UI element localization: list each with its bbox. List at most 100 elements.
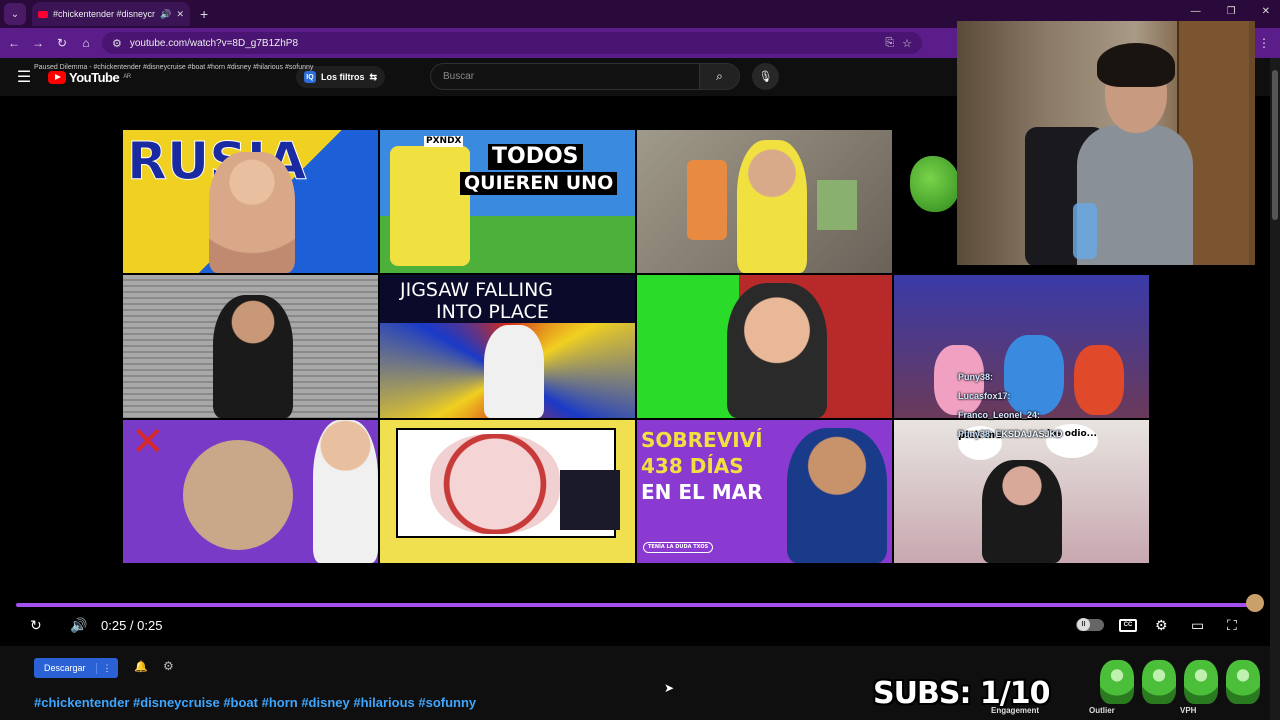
logo-text: YouTube bbox=[69, 69, 120, 85]
bookmark-star-icon[interactable]: ☆ bbox=[902, 37, 912, 50]
phone-image bbox=[687, 160, 727, 240]
portrait-figure bbox=[787, 428, 887, 563]
search-icon[interactable]: ⌕ bbox=[699, 64, 739, 89]
tab-title: #chickentender #disneycruis bbox=[53, 9, 156, 19]
bell-icon[interactable]: 🔔 bbox=[134, 660, 148, 673]
frog-emote-image bbox=[1100, 660, 1134, 704]
url-field[interactable]: ⚙ youtube.com/watch?v=8D_g7B1ZhP8 ⎘ ☆ bbox=[102, 32, 922, 54]
progress-scrubber-handle[interactable] bbox=[1246, 594, 1264, 612]
chat-line: Puny38: bbox=[958, 372, 994, 382]
search-box: ⌕ bbox=[430, 63, 740, 90]
thumbnail-drawing[interactable] bbox=[380, 420, 635, 563]
chat-line: Lucasfox17: bbox=[958, 391, 1011, 401]
mouse-cursor-icon: ➤ bbox=[664, 681, 675, 695]
home-icon[interactable]: ⌂ bbox=[74, 36, 98, 50]
subtitles-icon[interactable]: CC bbox=[1119, 614, 1137, 636]
browser-tab[interactable]: #chickentender #disneycruis 🔊 ✕ bbox=[32, 2, 190, 26]
reload-icon[interactable]: ↻ bbox=[50, 36, 74, 50]
minimize-icon[interactable]: — bbox=[1191, 6, 1201, 17]
time-display: 0:25 / 0:25 bbox=[101, 614, 162, 636]
thumbnail-jigsaw[interactable]: JIGSAW FALLING INTO PLACE bbox=[380, 275, 635, 418]
thumbnail-text-2: QUIEREN UNO bbox=[460, 172, 618, 195]
stat-vph: VPH bbox=[1180, 706, 1197, 715]
video-hashtags[interactable]: #chickentender #disneycruise #boat #horn… bbox=[34, 695, 476, 710]
filter-extension-icon: IQ bbox=[304, 71, 316, 83]
thumbnail-badge: TENÍA LA DUDA TXOS bbox=[643, 542, 714, 553]
thumbnail-badge: PXNDX bbox=[424, 136, 464, 147]
settings-gear-icon[interactable]: ⚙ bbox=[1155, 614, 1168, 636]
autoplay-toggle[interactable] bbox=[1076, 614, 1104, 636]
webcam-overlay bbox=[957, 21, 1255, 265]
close-tab-icon[interactable]: ✕ bbox=[176, 9, 184, 20]
restore-icon[interactable]: ❐ bbox=[1227, 6, 1236, 17]
silhouette-figure bbox=[484, 325, 544, 418]
replay-icon[interactable]: ↻ bbox=[30, 614, 42, 636]
speaker-icon[interactable]: 🔊 bbox=[160, 9, 171, 20]
x-mark-icon: ✕ bbox=[131, 420, 165, 465]
now-playing-line: Paused Dilemma - #chickentender #disneyc… bbox=[34, 64, 314, 71]
url-text: youtube.com/watch?v=8D_g7B1ZhP8 bbox=[129, 37, 299, 49]
frog-emote-image bbox=[1226, 660, 1260, 704]
scrollbar-thumb[interactable] bbox=[1272, 70, 1278, 220]
streamer-hair bbox=[1097, 43, 1175, 87]
thumbnail-text: TODOS bbox=[488, 144, 583, 170]
filters-label: Los filtros bbox=[321, 72, 365, 82]
toggle-switch bbox=[1076, 618, 1104, 631]
thumbnail-text-2: INTO PLACE bbox=[436, 301, 549, 323]
thumbnail-todos[interactable]: PXNDX TODOS QUIEREN UNO bbox=[380, 130, 635, 273]
page-scrollbar[interactable] bbox=[1270, 58, 1280, 720]
time-current: 0:25 bbox=[101, 617, 127, 633]
thumbnail-text: SOBREVIVÍ bbox=[641, 428, 763, 452]
download-button-group: Descargar ⋮ bbox=[34, 658, 118, 678]
green-sticker-image bbox=[910, 156, 960, 212]
theater-mode-icon[interactable]: ▭ bbox=[1191, 614, 1204, 636]
water-bottle-image bbox=[1073, 203, 1097, 259]
youtube-favicon-icon bbox=[38, 10, 48, 18]
microphone-icon[interactable]: 🎙 bbox=[752, 63, 779, 90]
portrait-figure bbox=[737, 140, 807, 273]
close-window-icon[interactable]: ✕ bbox=[1262, 6, 1270, 17]
doodle-image bbox=[430, 434, 560, 534]
download-button[interactable]: Descargar bbox=[34, 663, 96, 673]
mp3-player-image bbox=[390, 146, 470, 266]
thumbnail-shutter-woman[interactable] bbox=[123, 275, 378, 418]
progress-bar[interactable] bbox=[16, 603, 1254, 607]
portrait-figure bbox=[313, 420, 378, 563]
thumbnail-glasses-man[interactable] bbox=[637, 275, 892, 418]
window-controls: — ❐ ✕ bbox=[1191, 6, 1270, 17]
chat-overlay: Puny38: Lucasfox17: Franco_Leonel_24: Pu… bbox=[958, 368, 1108, 444]
thumbnail-tiktok[interactable]: ✕ bbox=[123, 420, 378, 563]
thumbnail-phone-woman[interactable] bbox=[637, 130, 892, 273]
frog-emote-image bbox=[1184, 660, 1218, 704]
portrait-figure bbox=[213, 295, 293, 418]
fullscreen-icon[interactable]: ⛶ bbox=[1227, 614, 1237, 636]
thumbnail-rusia[interactable]: RUSIA bbox=[123, 130, 378, 273]
thumbnail-text-3: EN EL MAR bbox=[641, 480, 763, 504]
download-more-button[interactable]: ⋮ bbox=[95, 662, 118, 674]
sliders-icon: ⇆ bbox=[369, 71, 378, 82]
forward-icon[interactable]: → bbox=[26, 36, 50, 50]
money-image bbox=[817, 180, 857, 230]
stat-engagement: Engagement bbox=[991, 706, 1040, 715]
youtube-logo[interactable]: YouTube AR bbox=[48, 70, 131, 85]
browser-menu-icon[interactable]: ⋮ bbox=[1252, 36, 1276, 50]
install-app-icon[interactable]: ⎘ bbox=[885, 37, 894, 50]
cartoon-figure bbox=[560, 470, 620, 530]
chat-line: Puny38: EKSDAJASJKD bbox=[958, 429, 1063, 439]
volume-icon[interactable]: 🔊 bbox=[70, 614, 87, 636]
extension-settings-icon[interactable]: ⚙ bbox=[163, 659, 174, 673]
portrait-figure bbox=[209, 152, 295, 273]
site-info-icon[interactable]: ⚙ bbox=[112, 37, 122, 50]
time-separator: / bbox=[126, 617, 138, 633]
youtube-play-icon bbox=[48, 70, 66, 84]
time-total: 0:25 bbox=[137, 617, 163, 633]
tab-search-button[interactable]: ⌄ bbox=[4, 3, 26, 25]
thumbnail-sobrevivi[interactable]: SOBREVIVÍ 438 DÍAS EN EL MAR TENÍA LA DU… bbox=[637, 420, 892, 563]
stat-outlier: Outlier bbox=[1089, 706, 1115, 715]
portrait-figure bbox=[727, 283, 827, 418]
new-tab-button[interactable]: + bbox=[200, 6, 208, 22]
below-player-area: Descargar ⋮ 🔔 ⚙ #chickentender #disneycr… bbox=[0, 648, 1280, 720]
thumbnail-text-2: 438 DÍAS bbox=[641, 454, 744, 478]
back-icon[interactable]: ← bbox=[2, 36, 26, 50]
search-input[interactable] bbox=[431, 71, 699, 82]
